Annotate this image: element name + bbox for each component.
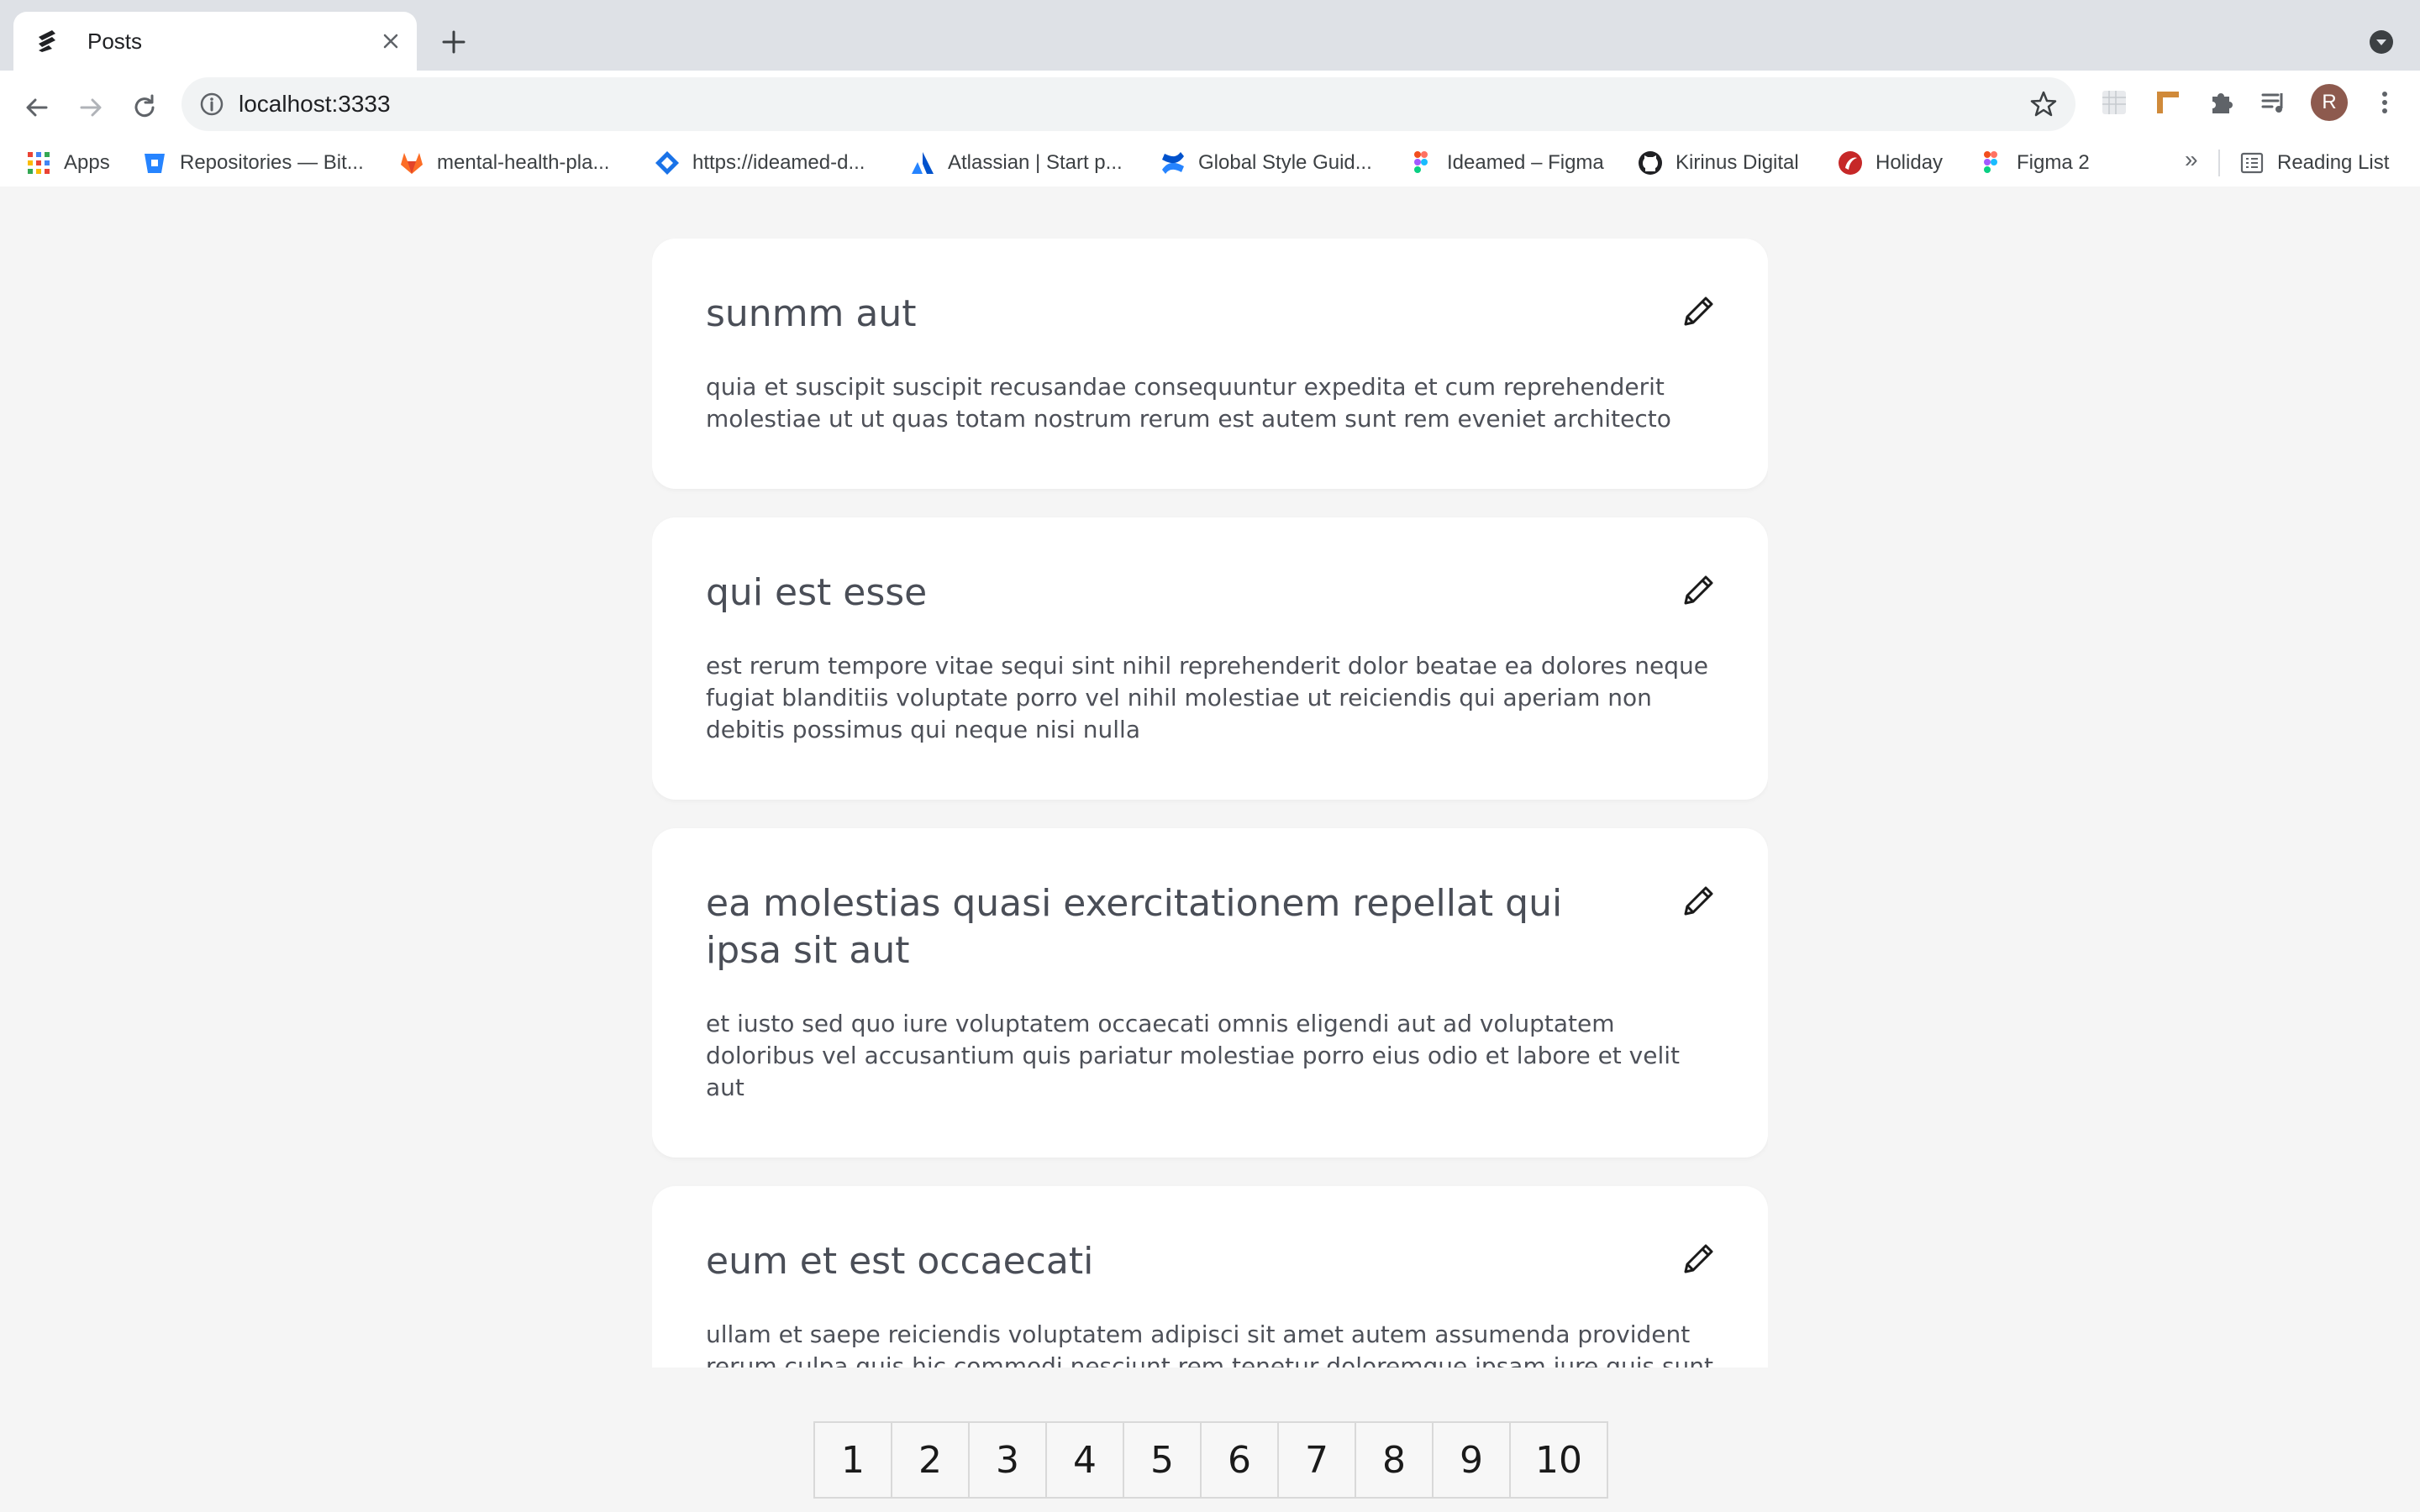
post-card: sunmm aut quia et suscipit suscipit recu… [652,239,1768,489]
puzzle-icon [2212,93,2233,113]
pencil-icon [1684,297,1713,326]
reading-list-icon [2240,152,2264,174]
atlassian-icon [912,152,934,174]
page-button-3[interactable]: 3 [970,1423,1047,1497]
page-button-7[interactable]: 7 [1279,1423,1356,1497]
post-card: eum et est occaecati ullam et saepe reic… [652,1186,1768,1368]
page-viewport: sunmm aut quia et suscipit suscipit recu… [0,186,2420,1512]
profile-avatar[interactable]: R [2311,84,2348,121]
bookmark-holiday[interactable]: Holiday [1837,139,1943,186]
address-bar[interactable]: localhost:3333 [182,77,2075,131]
playlist-icon [2261,93,2283,113]
page-button-6[interactable]: 6 [1202,1423,1279,1497]
figma-icon [1984,151,1997,173]
extensions-button[interactable] [2203,84,2240,121]
bookmark-star-icon[interactable] [2028,89,2059,119]
holiday-icon [1839,151,1862,175]
back-button[interactable] [17,87,57,128]
bookmark-kirinus[interactable]: Kirinus Digital [1637,139,1799,186]
bookmark-apps[interactable]: Apps [25,139,110,186]
pencil-icon [1684,1244,1713,1273]
bookmark-label: Kirinus Digital [1676,151,1799,174]
github-icon [1639,151,1662,175]
bookmark-ideamed-figma[interactable]: Ideamed – Figma [1408,139,1604,186]
bookmark-label: Atlassian | Start p... [948,151,1123,174]
post-body: quia et suscipit suscipit recusandae con… [706,373,1671,433]
post-body: et iusto sed quo iure voluptatem occaeca… [706,1010,1681,1101]
post-body: est rerum tempore vitae sequi sint nihil… [706,652,1708,743]
info-icon[interactable] [198,91,225,118]
tab-strip: Posts [0,0,2420,71]
bookmark-label: Apps [64,151,110,174]
url-text: localhost:3333 [239,91,391,117]
reload-icon [134,94,155,118]
page-button-8[interactable]: 8 [1356,1423,1434,1497]
media-controls-button[interactable] [2255,84,2292,121]
page-button-2[interactable]: 2 [892,1423,970,1497]
gitlab-icon [401,153,423,174]
bookmark-ideamed[interactable]: https://ideamed-d... [654,139,865,186]
menu-button[interactable] [2366,84,2403,121]
bookmark-label: Global Style Guid... [1198,151,1372,174]
bookmark-label: Holiday [1876,151,1944,174]
tab-title: Posts [87,29,143,54]
figma-icon [1414,151,1428,173]
bookmark-label: https://ideamed-d... [692,151,865,174]
edit-post-button[interactable] [1676,566,1723,613]
reading-list-button[interactable]: Reading List [2238,139,2389,186]
extension-ruler-button[interactable] [2149,84,2186,121]
edit-post-button[interactable] [1676,287,1723,334]
arrow-left-icon [26,98,48,117]
edit-post-button[interactable] [1676,1235,1723,1282]
post-title: qui est esse [706,571,928,614]
pencil-icon [1684,575,1713,605]
page-button-10[interactable]: 10 [1511,1423,1607,1497]
bookmark-repositories[interactable]: Repositories — Bit... [141,139,364,186]
forward-button[interactable] [71,87,111,128]
bookmarks-overflow-button[interactable]: » [2185,146,2198,173]
pagination: 1 2 3 4 5 6 7 8 9 10 [813,1421,1608,1499]
bitbucket-icon [145,154,165,173]
ruler-icon [2157,92,2179,113]
page-button-5[interactable]: 5 [1124,1423,1202,1497]
browser-tab[interactable]: Posts [13,12,417,71]
reading-list-label: Reading List [2277,151,2390,174]
bookmarks-bar: Apps Repositories — Bit... mental-health… [0,139,2420,186]
bookmark-figma-2[interactable]: Figma 2 [1978,139,2090,186]
tab-search-icon[interactable] [2368,29,2395,55]
edit-post-button[interactable] [1676,877,1723,924]
posts-list: sunmm aut quia et suscipit suscipit recu… [652,239,1768,1368]
bookmark-label: mental-health-pla... [437,151,610,174]
apps-grid-icon [28,152,50,174]
bookmark-label: Ideamed – Figma [1447,151,1604,174]
bookmark-atlassian[interactable]: Atlassian | Start p... [909,139,1123,186]
kebab-menu-icon [2382,92,2387,113]
reload-button[interactable] [124,87,165,128]
close-icon[interactable] [378,29,403,54]
post-card: qui est esse est rerum tempore vitae seq… [652,517,1768,800]
extension-grid-icon [2102,91,2126,114]
page-button-4[interactable]: 4 [1047,1423,1124,1497]
new-tab-plus-icon[interactable] [437,25,471,59]
confluence-icon [1162,152,1184,174]
browser-toolbar: localhost:3333 R Apps Repositories — Bit… [0,71,2420,198]
post-title: ea molestias quasi exercitationem repell… [706,882,1563,972]
bookmark-label: Repositories — Bit... [180,151,364,174]
extension-grid-button[interactable] [2096,84,2133,121]
post-title: eum et est occaecati [706,1240,1094,1283]
post-title: sunmm aut [706,292,917,335]
page-button-9[interactable]: 9 [1434,1423,1511,1497]
pencil-icon [1684,886,1713,916]
post-body: ullam et saepe reiciendis voluptatem adi… [706,1320,1714,1368]
stripes-logo-icon [39,30,55,52]
bookmarks-divider [2218,150,2220,176]
bookmark-mental-health[interactable]: mental-health-pla... [398,139,609,186]
bookmark-global-style[interactable]: Global Style Guid... [1160,139,1372,186]
page-button-1[interactable]: 1 [815,1423,892,1497]
diamond-icon [655,151,679,175]
bookmark-label: Figma 2 [2017,151,2090,174]
post-card: ea molestias quasi exercitationem repell… [652,828,1768,1158]
arrow-right-icon [80,98,102,117]
